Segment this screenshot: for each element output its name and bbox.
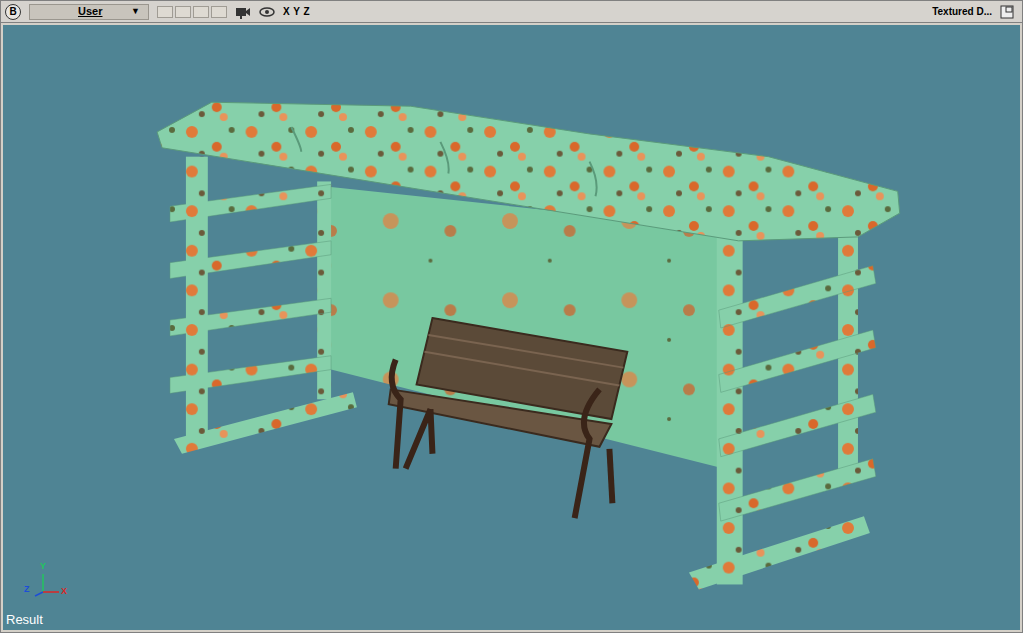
right-front-post bbox=[717, 233, 743, 585]
left-base bbox=[174, 392, 357, 453]
axis-label: X bbox=[61, 585, 67, 599]
viewport-window: B User ▼ X Y Z Textured D... YZ X Result bbox=[0, 0, 1023, 633]
axis-gizmo: YZX bbox=[23, 566, 75, 600]
axes-label[interactable]: X Y Z bbox=[283, 4, 310, 19]
right-base bbox=[689, 516, 870, 589]
menu-button[interactable]: B bbox=[5, 4, 21, 20]
viewport-header: B User ▼ X Y Z Textured D... bbox=[1, 1, 1022, 23]
bench bbox=[389, 318, 628, 518]
right-slat bbox=[719, 330, 876, 392]
status-label: Result bbox=[6, 610, 43, 630]
left-front-post bbox=[186, 157, 208, 446]
right-slat bbox=[719, 266, 876, 328]
view-slot[interactable] bbox=[175, 6, 191, 18]
eye-icon[interactable] bbox=[259, 5, 275, 19]
view-slot[interactable] bbox=[211, 6, 227, 18]
view-slots bbox=[157, 6, 227, 18]
view-slot[interactable] bbox=[157, 6, 173, 18]
camera-icon[interactable] bbox=[235, 5, 251, 19]
view-arrow: ▼ bbox=[131, 5, 140, 19]
bus-shelter-scene bbox=[3, 25, 1020, 630]
shading-mode[interactable]: Textured D... bbox=[932, 4, 992, 19]
viewport-canvas[interactable]: YZ X Result bbox=[1, 23, 1022, 632]
view-slot[interactable] bbox=[193, 6, 209, 18]
right-slat bbox=[719, 394, 876, 456]
right-slat bbox=[719, 459, 876, 521]
view-label: User bbox=[38, 3, 127, 20]
axis-label: Y bbox=[40, 560, 46, 574]
roof bbox=[157, 102, 900, 241]
axis-lines-icon bbox=[23, 566, 75, 600]
maximize-icon[interactable] bbox=[1000, 5, 1014, 19]
axis-label: Z bbox=[24, 583, 30, 597]
view-dropdown[interactable]: User ▼ bbox=[29, 4, 149, 20]
